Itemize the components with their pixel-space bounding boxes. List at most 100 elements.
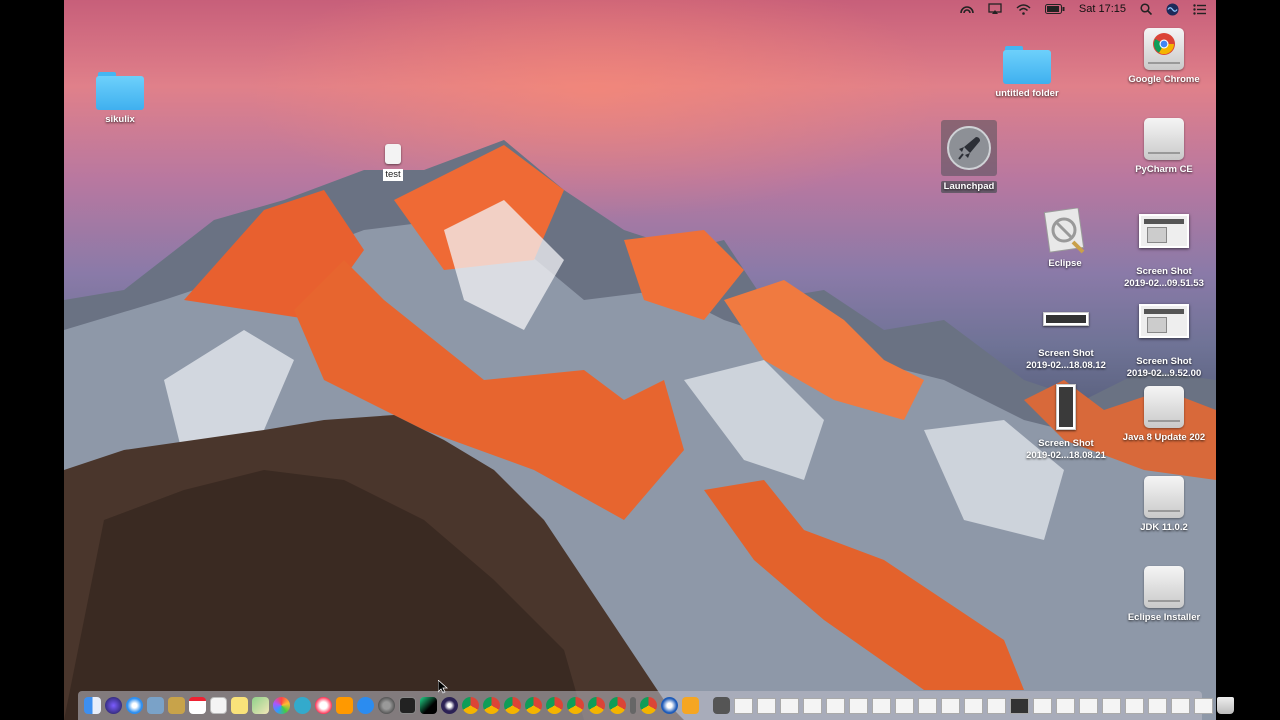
- desktop-disk-java8[interactable]: Java 8 Update 202: [1116, 386, 1212, 444]
- desktop-folder-sikulix[interactable]: sikulix: [72, 70, 168, 126]
- minimized-window[interactable]: [941, 697, 960, 714]
- finder-icon[interactable]: [84, 697, 101, 714]
- ibooks-icon[interactable]: [336, 697, 353, 714]
- minimized-window[interactable]: [803, 697, 822, 714]
- chrome-icon[interactable]: [462, 697, 479, 714]
- minimized-window[interactable]: [1102, 697, 1121, 714]
- disk-image-icon: [1144, 386, 1184, 428]
- desktop-disk-google-chrome[interactable]: Google Chrome: [1116, 28, 1212, 86]
- sikulix-icon[interactable]: [682, 697, 699, 714]
- wifi-icon[interactable]: [1016, 0, 1031, 18]
- disk-image-icon: [1144, 566, 1184, 608]
- maps-icon[interactable]: [252, 697, 269, 714]
- desktop-item-label: Launchpad: [940, 181, 998, 193]
- menu-clock[interactable]: Sat 17:15: [1079, 3, 1126, 15]
- desktop-folder-untitled[interactable]: untitled folder: [979, 44, 1075, 100]
- minimized-window[interactable]: [895, 697, 914, 714]
- minimized-window[interactable]: [1148, 697, 1167, 714]
- desktop-alias-launchpad[interactable]: Launchpad: [921, 120, 1017, 194]
- desktop-app-eclipse[interactable]: Eclipse: [1017, 208, 1113, 270]
- airplay-icon[interactable]: [988, 0, 1002, 18]
- desktop[interactable]: Sat 17:15 sikulix test Launchpad untitle…: [64, 0, 1216, 720]
- minimized-window[interactable]: [757, 697, 776, 714]
- screenshot-thumbnail-icon: [1139, 304, 1189, 338]
- desktop-screenshot-095200[interactable]: Screen Shot 2019-02...9.52.00: [1116, 304, 1212, 380]
- disk-image-icon: [1144, 118, 1184, 160]
- chrome-icon[interactable]: [588, 697, 605, 714]
- siri-icon[interactable]: [105, 697, 122, 714]
- system-preferences-icon[interactable]: [378, 697, 395, 714]
- launchpad-rocket-icon: [947, 126, 991, 170]
- desktop-disk-pycharm[interactable]: PyCharm CE: [1116, 118, 1212, 176]
- desktop-item-label: Google Chrome: [1128, 74, 1200, 85]
- spotlight-icon[interactable]: [1140, 0, 1152, 18]
- minimized-window[interactable]: [987, 697, 1006, 714]
- chrome-icon[interactable]: [525, 697, 542, 714]
- eclipse-launcher-icon[interactable]: [630, 697, 636, 714]
- dock: [78, 691, 1234, 720]
- minimized-window[interactable]: [872, 697, 891, 714]
- messages-icon[interactable]: [294, 697, 311, 714]
- itunes-icon[interactable]: [315, 697, 332, 714]
- minimized-window[interactable]: [1033, 697, 1052, 714]
- minimized-window[interactable]: [964, 697, 983, 714]
- downloads-stack-icon[interactable]: [713, 697, 730, 714]
- minimized-window[interactable]: [1171, 697, 1190, 714]
- chrome-icon[interactable]: [640, 697, 657, 714]
- eclipse-alias-icon: [1043, 208, 1085, 254]
- desktop-item-label-line2: 2019-02...18.08.12: [1026, 360, 1106, 371]
- desktop-disk-jdk11[interactable]: JDK 11.0.2: [1116, 476, 1212, 534]
- minimized-window[interactable]: [1194, 697, 1213, 714]
- desktop-item-label-line1: Screen Shot: [1038, 438, 1094, 449]
- textedit-icon[interactable]: [210, 697, 227, 714]
- terminal-icon[interactable]: [399, 697, 416, 714]
- disk-image-icon: [1144, 28, 1184, 70]
- preview-icon[interactable]: [147, 697, 164, 714]
- stickies-icon[interactable]: [231, 697, 248, 714]
- creative-cloud-icon[interactable]: [960, 0, 974, 18]
- trash-icon[interactable]: [1217, 697, 1234, 714]
- desktop-screenshot-180821[interactable]: Screen Shot 2019-02...18.08.21: [1018, 384, 1114, 462]
- minimized-window[interactable]: [1056, 697, 1075, 714]
- eclipse-icon[interactable]: [441, 697, 458, 714]
- calendar-icon[interactable]: [189, 697, 206, 714]
- notification-center-icon[interactable]: [1193, 0, 1206, 18]
- chrome-icon[interactable]: [504, 697, 521, 714]
- chrome-icon: [1153, 33, 1175, 55]
- pycharm-icon[interactable]: [420, 697, 437, 714]
- minimized-window[interactable]: [1079, 697, 1098, 714]
- minimized-window[interactable]: [918, 697, 937, 714]
- desktop-item-label: test: [383, 169, 403, 181]
- xquartz-icon[interactable]: [661, 697, 678, 714]
- desktop-item-label: PyCharm CE: [1135, 164, 1193, 175]
- desktop-item-label-line1: Screen Shot: [1038, 348, 1094, 359]
- chrome-icon[interactable]: [609, 697, 626, 714]
- minimized-window[interactable]: [780, 697, 799, 714]
- safari-icon[interactable]: [126, 697, 143, 714]
- chrome-icon[interactable]: [567, 697, 584, 714]
- chrome-icon[interactable]: [483, 697, 500, 714]
- siri-icon[interactable]: [1166, 0, 1179, 18]
- desktop-file-test[interactable]: test: [345, 144, 441, 182]
- desktop-disk-eclipse-installer[interactable]: Eclipse Installer: [1116, 566, 1212, 624]
- minimized-window[interactable]: [1010, 697, 1029, 714]
- chrome-icon[interactable]: [546, 697, 563, 714]
- desktop-item-label: Eclipse Installer: [1127, 612, 1201, 623]
- minimized-window[interactable]: [734, 697, 753, 714]
- desktop-item-label: Java 8 Update 202: [1122, 432, 1206, 443]
- notes-icon[interactable]: [168, 697, 185, 714]
- desktop-item-label: untitled folder: [995, 88, 1059, 99]
- screenshot-thumbnail-icon: [1043, 312, 1089, 326]
- folder-icon: [96, 70, 144, 110]
- desktop-item-label-line1: Screen Shot: [1136, 266, 1192, 277]
- minimized-window[interactable]: [1125, 697, 1144, 714]
- disk-image-icon: [1144, 476, 1184, 518]
- minimized-window[interactable]: [826, 697, 845, 714]
- app-store-icon[interactable]: [357, 697, 374, 714]
- desktop-item-label: Eclipse: [1048, 258, 1082, 269]
- desktop-screenshot-095153[interactable]: Screen Shot 2019-02...09.51.53: [1116, 214, 1212, 290]
- photos-icon[interactable]: [273, 697, 290, 714]
- battery-icon[interactable]: [1044, 0, 1065, 18]
- desktop-screenshot-180812[interactable]: Screen Shot 2019-02...18.08.12: [1018, 312, 1114, 372]
- minimized-window[interactable]: [849, 697, 868, 714]
